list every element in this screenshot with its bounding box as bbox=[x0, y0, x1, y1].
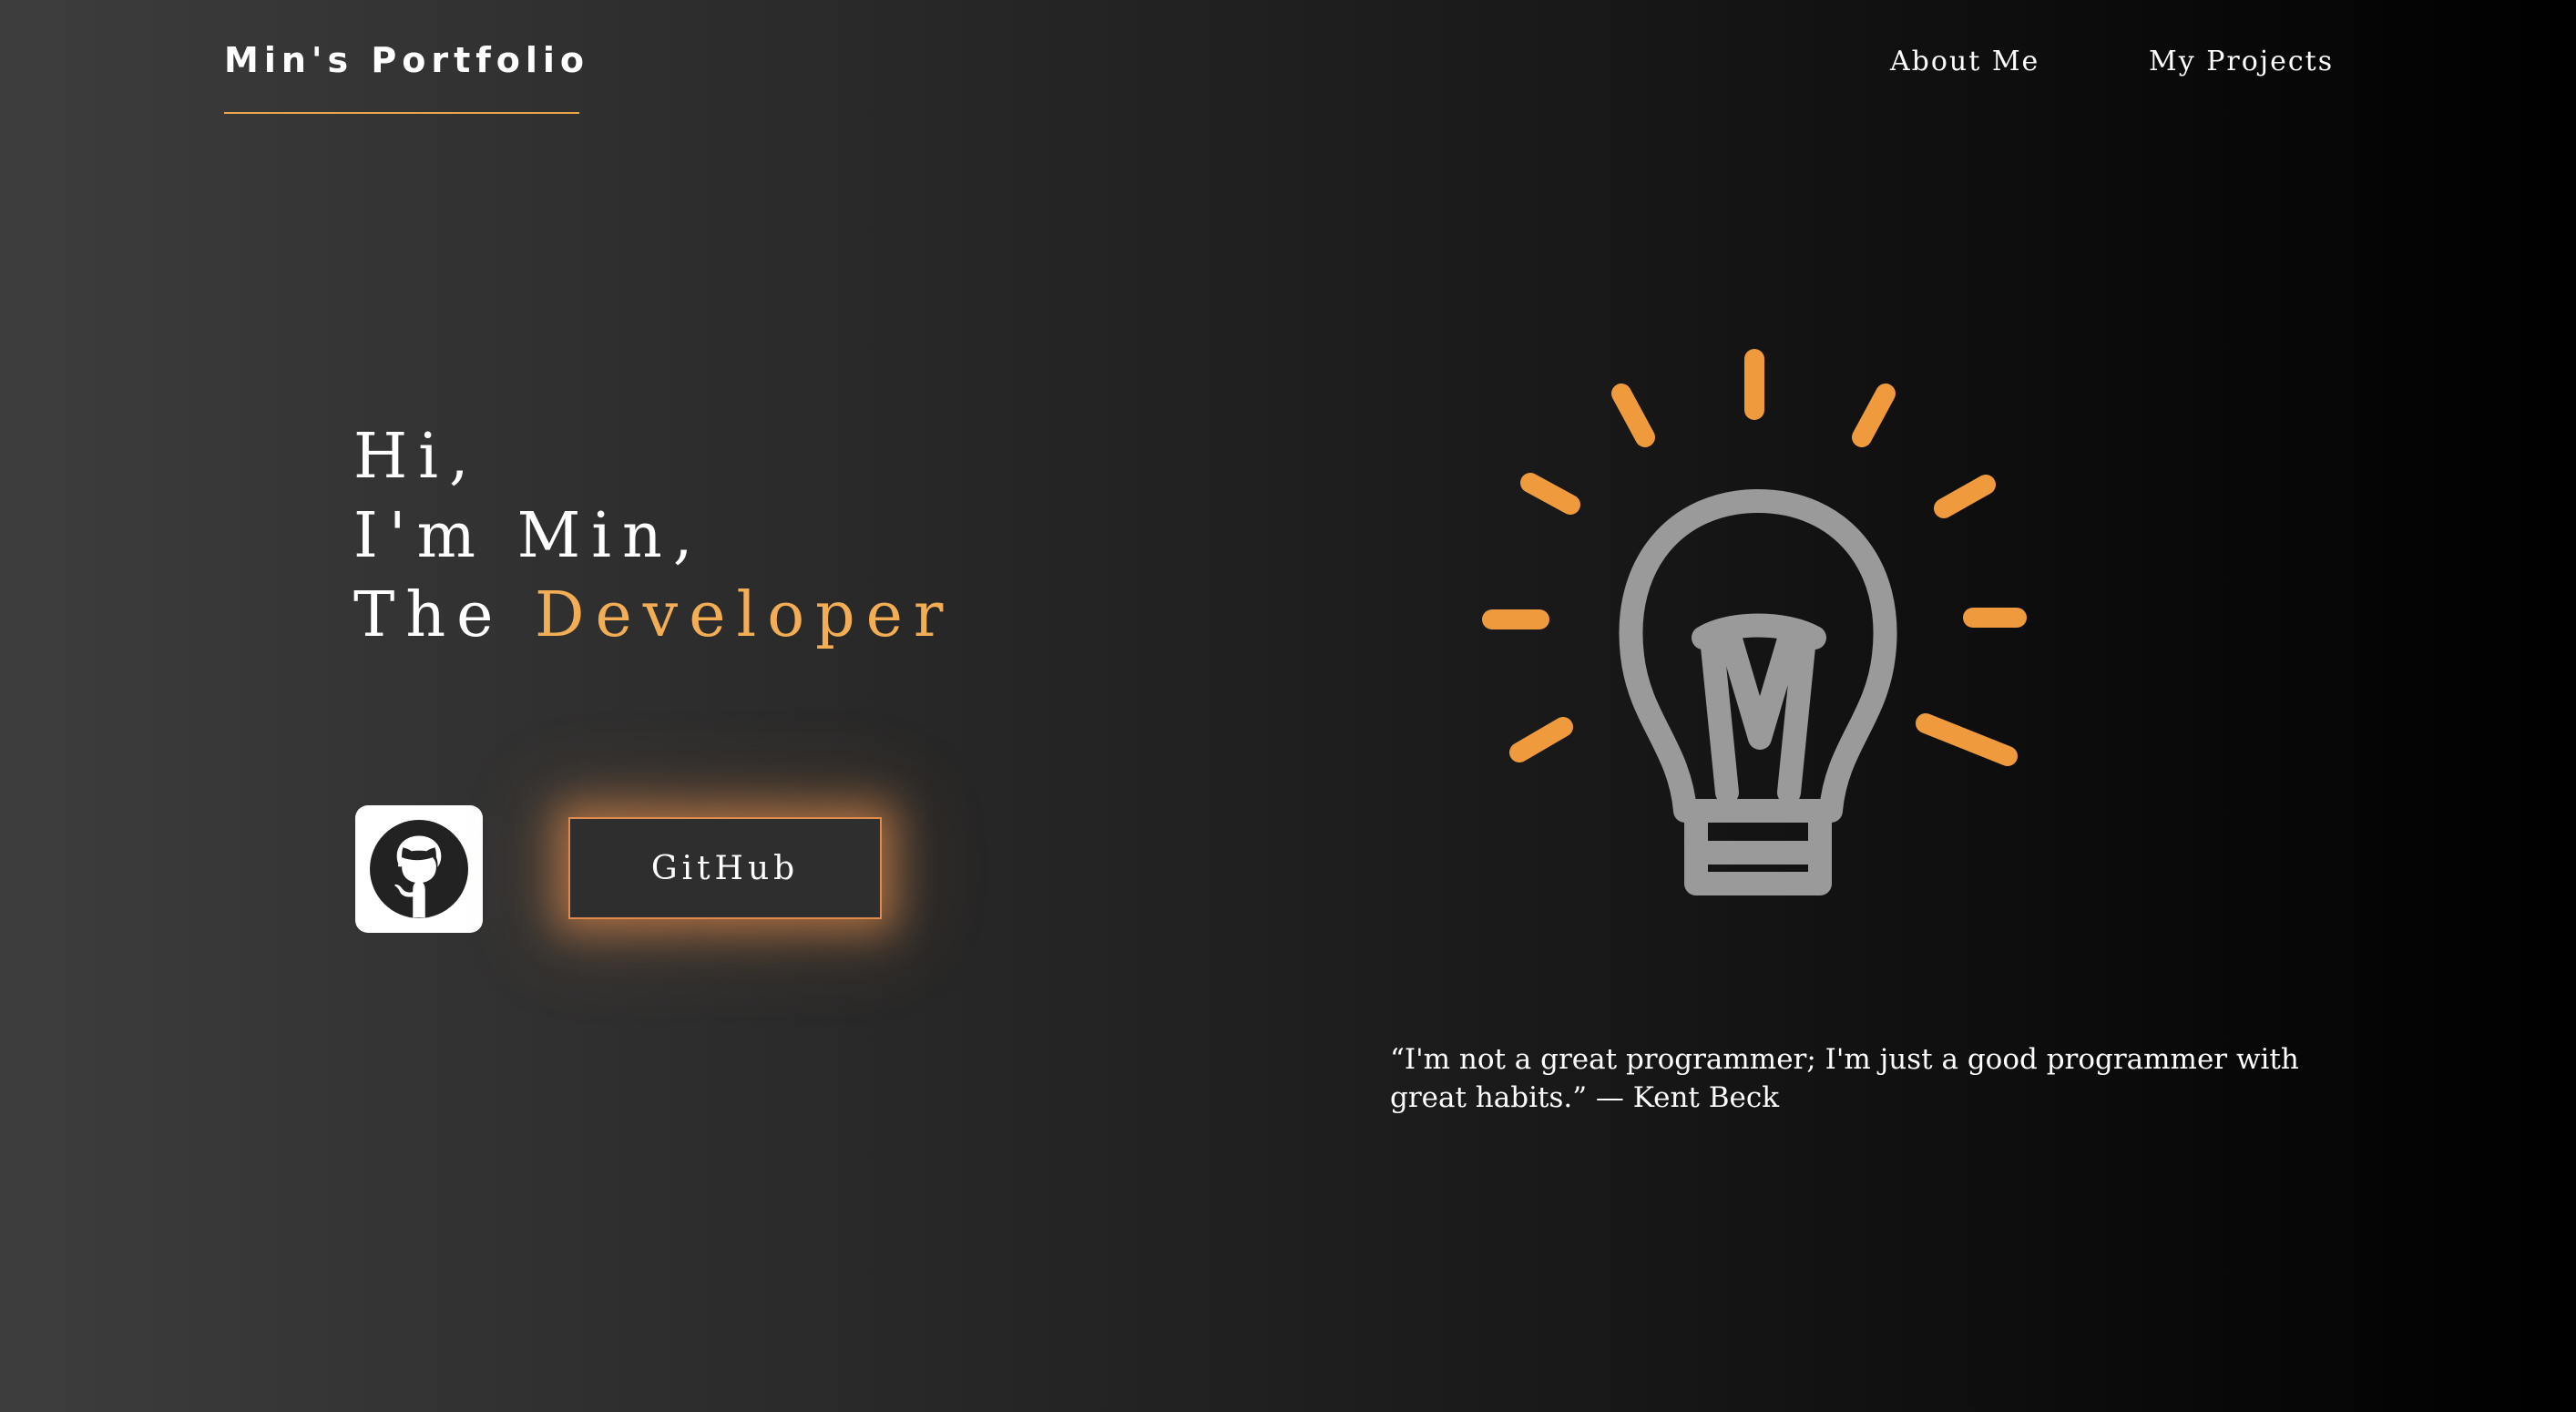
hero-line-greeting: Hi, bbox=[353, 421, 480, 493]
hero-role-prefix: The bbox=[353, 579, 505, 651]
hero-line-role: The Developer bbox=[353, 576, 954, 655]
github-button[interactable]: GitHub bbox=[568, 817, 882, 919]
hero-line-name: I'm Min, bbox=[353, 500, 704, 572]
lightbulb-icon bbox=[1482, 349, 2027, 895]
quote-text: “I'm not a great programmer; I'm just a … bbox=[1390, 1043, 2299, 1114]
github-icon-link[interactable] bbox=[355, 805, 483, 933]
hero-role-accent: Developer bbox=[535, 579, 955, 651]
brand-logo-text[interactable]: Min's Portfolio bbox=[224, 40, 589, 80]
bulb-outline bbox=[1619, 489, 1897, 895]
brand-underline bbox=[224, 112, 579, 114]
nav-about-me[interactable]: About Me bbox=[1890, 46, 2039, 77]
nav-my-projects[interactable]: My Projects bbox=[2149, 46, 2334, 77]
github-icon bbox=[370, 820, 468, 918]
hero-heading: Hi, I'm Min, The Developer bbox=[353, 417, 954, 655]
